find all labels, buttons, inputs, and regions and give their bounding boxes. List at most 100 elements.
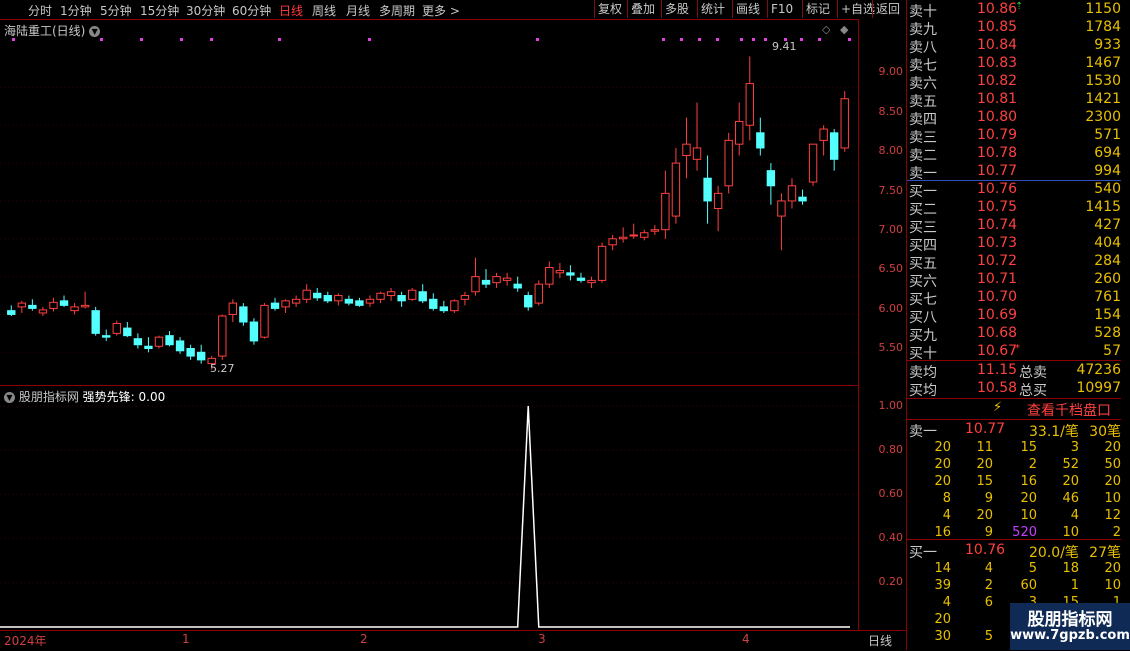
tick-volume: 4 bbox=[942, 508, 951, 523]
tick-volume: 30 bbox=[934, 629, 951, 644]
tick-volume: 11 bbox=[976, 440, 993, 455]
tick-volume: 20 bbox=[934, 440, 951, 455]
mark-button[interactable]: 标记 bbox=[802, 0, 833, 18]
ask-row[interactable]: 卖三 10.79 571 bbox=[907, 127, 1121, 146]
tab-more[interactable]: 更多 > bbox=[422, 2, 460, 19]
candle-body bbox=[829, 132, 839, 160]
tab-weekly[interactable]: 周线 bbox=[312, 2, 336, 19]
bid-row[interactable]: 买一 10.76 540 bbox=[907, 181, 1121, 200]
draw-line-button[interactable]: 画线 bbox=[732, 0, 763, 18]
candle-body bbox=[481, 279, 491, 285]
bid-volume: 260 bbox=[1094, 271, 1121, 287]
indicator-line bbox=[0, 405, 850, 628]
candle-body bbox=[671, 162, 681, 217]
candle-body bbox=[618, 236, 628, 240]
summary-row-sell: 卖均 11.15 总卖 47236 bbox=[909, 362, 1121, 381]
bid-row[interactable]: 买九 10.68 528 bbox=[907, 325, 1121, 344]
ask-row[interactable]: 卖七 10.83 1467 bbox=[907, 55, 1121, 74]
tab-5min[interactable]: 5分钟 bbox=[100, 2, 132, 19]
thousand-depth-link[interactable]: 查看千档盘口 bbox=[1027, 400, 1111, 420]
candle-body bbox=[49, 301, 58, 309]
bid-row[interactable]: 买四 10.73 404 bbox=[907, 235, 1121, 254]
y-tick: 7.50 bbox=[878, 184, 904, 197]
stats-button[interactable]: 统计 bbox=[697, 0, 728, 18]
bid-row[interactable]: 买三 10.74 427 bbox=[907, 217, 1121, 236]
tick-row: 20 15 16 20 20 bbox=[907, 474, 1121, 491]
candle-body bbox=[386, 291, 396, 297]
x-label: 4 bbox=[742, 632, 750, 646]
fuquan-button[interactable]: 复权 bbox=[594, 0, 625, 18]
ask-price: 10.86 bbox=[977, 1, 1018, 17]
bid-label: 买六 bbox=[909, 274, 937, 290]
signal-dot bbox=[800, 38, 803, 41]
tab-daily[interactable]: 日线 bbox=[279, 2, 303, 19]
ask-row[interactable]: 卖四 10.80 2300 bbox=[907, 109, 1121, 128]
candle-body bbox=[429, 298, 438, 309]
thousand-depth-link-row[interactable]: ⚡ 查看千档盘口 bbox=[907, 399, 1121, 419]
ask-row[interactable]: 卖八 10.84 933 bbox=[907, 37, 1121, 56]
bid-price: 10.67 bbox=[977, 343, 1018, 359]
bid-volume: 57 bbox=[1103, 343, 1121, 359]
ask-row[interactable]: 卖六 10.82 1530 bbox=[907, 73, 1121, 92]
candle-body bbox=[735, 120, 744, 145]
ind-y-tick: 0.20 bbox=[878, 575, 904, 588]
candle-body bbox=[28, 304, 37, 309]
period-label[interactable]: 日线 bbox=[868, 632, 892, 649]
candle-body bbox=[154, 336, 164, 347]
bid-label: 买二 bbox=[909, 202, 937, 218]
period-toolbar: 分时 1分钟 5分钟 15分钟 30分钟 60分钟 日线 周线 月线 多周期 更… bbox=[0, 0, 906, 19]
candle-body bbox=[112, 323, 121, 334]
ask-row[interactable]: 卖一 10.77 994 bbox=[907, 163, 1121, 182]
candle-body bbox=[492, 276, 501, 284]
tick-volume: 46 bbox=[1062, 491, 1079, 506]
ask-row[interactable]: 卖二 10.78 694 bbox=[907, 145, 1121, 164]
tab-30min[interactable]: 30分钟 bbox=[186, 2, 225, 19]
y-tick: 7.00 bbox=[878, 223, 904, 236]
bid-row[interactable]: 买十 10.67 * 57 bbox=[907, 343, 1121, 362]
tab-monthly[interactable]: 月线 bbox=[346, 2, 370, 19]
candle-body bbox=[650, 229, 660, 232]
bid-row[interactable]: 买八 10.69 154 bbox=[907, 307, 1121, 326]
tab-multi-period[interactable]: 多周期 bbox=[379, 2, 415, 19]
candle-body bbox=[777, 200, 786, 217]
bid-row[interactable]: 买六 10.71 260 bbox=[907, 271, 1121, 290]
signal-dot bbox=[680, 38, 683, 41]
tick-volume: 20 bbox=[1104, 474, 1121, 489]
ask-volume: 1421 bbox=[1085, 91, 1121, 107]
tab-15min[interactable]: 15分钟 bbox=[140, 2, 179, 19]
high-price-marker: 9.41 bbox=[772, 40, 797, 53]
candle-body bbox=[555, 270, 565, 274]
ask-volume: 694 bbox=[1094, 145, 1121, 161]
tick-volume: 16 bbox=[934, 525, 951, 540]
candlestick-pane[interactable]: 海陆重工(日线) ▼ ◇ ◆ 9.41 5.27 bbox=[0, 19, 858, 385]
ask-row[interactable]: 卖十 10.86 ⇡ 1150 bbox=[907, 1, 1121, 20]
bid-row[interactable]: 买七 10.70 761 bbox=[907, 289, 1121, 308]
f10-button[interactable]: F10 bbox=[767, 0, 796, 18]
back-button[interactable]: 返回 bbox=[872, 0, 903, 18]
tab-60min[interactable]: 60分钟 bbox=[232, 2, 271, 19]
bid-row[interactable]: 买五 10.72 284 bbox=[907, 253, 1121, 272]
tick-volume: 5 bbox=[1028, 561, 1037, 576]
x-label: 2024年 bbox=[4, 634, 47, 648]
tick-volume: 20 bbox=[976, 508, 993, 523]
ask-row[interactable]: 卖九 10.85 1784 bbox=[907, 19, 1121, 38]
ask-label: 卖五 bbox=[909, 94, 937, 110]
signal-dot bbox=[698, 38, 701, 41]
tab-fenshi[interactable]: 分时 bbox=[28, 2, 52, 19]
ask-price: 10.80 bbox=[977, 109, 1018, 125]
candle-body bbox=[355, 300, 364, 306]
candle-body bbox=[281, 300, 290, 308]
y-tick: 8.50 bbox=[878, 105, 904, 118]
tab-1min[interactable]: 1分钟 bbox=[60, 2, 92, 19]
overlay-button[interactable]: 叠加 bbox=[627, 0, 658, 18]
ask-row[interactable]: 卖五 10.81 1421 bbox=[907, 91, 1121, 110]
candle-body bbox=[766, 170, 776, 187]
multi-stock-button[interactable]: 多股 bbox=[661, 0, 692, 18]
tick-row: 14 4 5 18 20 bbox=[907, 561, 1121, 578]
bid-row[interactable]: 买二 10.75 1415 bbox=[907, 199, 1121, 218]
ask-volume: 1530 bbox=[1085, 73, 1121, 89]
tick-volume: 16 bbox=[1020, 474, 1037, 489]
candle-body bbox=[798, 196, 807, 202]
indicator-pane[interactable]: ▼ 股朋指标网 强势先锋: 0.00 bbox=[0, 385, 858, 631]
candle-body bbox=[291, 298, 301, 304]
